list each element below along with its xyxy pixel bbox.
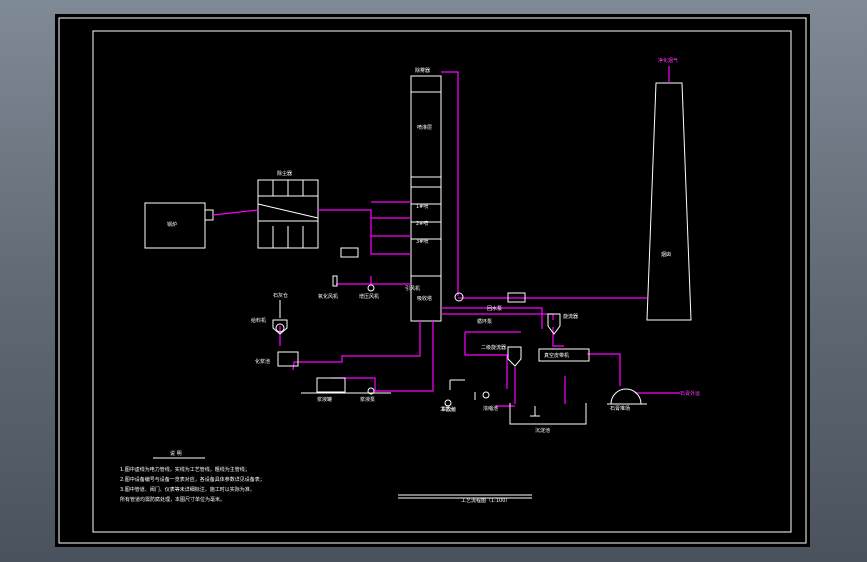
tower-top-label: 除雾器 xyxy=(415,67,430,74)
slurry-tank-label: 浆液罐 xyxy=(317,396,332,403)
note-1: 1.图中虚线为电力管线，实线为工艺管线，粗线为主管线； xyxy=(120,466,250,473)
pipe-network xyxy=(212,71,680,407)
boiler-label: 锅炉 xyxy=(167,221,177,228)
note-4: 所有管道均需防腐处理，本图尺寸单位为毫米。 xyxy=(120,496,225,503)
lime-feed-label: 给料机 xyxy=(251,317,266,324)
tower-bottom-label: 吸收塔 xyxy=(417,295,432,302)
clarifier-pool xyxy=(509,403,587,425)
note-2: 2.图中设备编号与设备一览表对应，各设备具体参数详见设备表； xyxy=(120,476,265,483)
inner-frame xyxy=(92,30,792,533)
chimney-label: 烟囱 xyxy=(661,251,671,258)
outer-frame xyxy=(58,17,807,544)
chimney xyxy=(646,82,692,321)
circ-pump-symbol xyxy=(482,391,490,399)
process-flow-diagram: 锅炉 除尘器 除雾器 喷淋层 1#喷 2#喷 3#喷 吸收塔 烟囱 净化烟气 引… xyxy=(58,17,807,544)
dust-collector-label: 除尘器 xyxy=(277,170,292,177)
fan2-label: 增压风机 xyxy=(359,293,379,300)
notes-heading: 说 明 xyxy=(170,450,182,457)
fan2-symbol xyxy=(367,284,375,292)
tower-spray-label: 喷淋层 xyxy=(417,124,432,131)
cyclone1-label: 旋流器 xyxy=(563,313,578,320)
lime-label: 石灰仓 xyxy=(273,292,288,299)
cad-drawing-viewport[interactable]: 锅炉 除尘器 除雾器 喷淋层 1#喷 2#喷 3#喷 吸收塔 烟囱 净化烟气 引… xyxy=(55,14,810,547)
flowmeter-inlet xyxy=(340,247,359,258)
pool-label: 事故池 xyxy=(441,406,456,413)
chimney-top-label: 净化烟气 xyxy=(658,57,678,64)
fan1-label: 引风机 xyxy=(405,285,420,292)
water-pump-symbol xyxy=(444,399,452,407)
gypsum-pile xyxy=(610,388,642,405)
note-3: 3.图中管道、阀门、仪表等未详细标注，施工时以实际为准， xyxy=(120,486,255,493)
slurry-tank xyxy=(316,377,346,393)
spray2-label: 2#喷 xyxy=(416,220,428,227)
filter-label: 真空皮带机 xyxy=(544,352,569,359)
oxid-label: 氧化风机 xyxy=(318,293,338,300)
boiler-outlet xyxy=(204,209,214,221)
fan1-symbol xyxy=(454,292,464,302)
gypsum-label: 石膏堆场 xyxy=(610,405,630,412)
cyclone1 xyxy=(547,313,561,335)
cyclone2-label: 二级旋流器 xyxy=(481,344,506,351)
gypsum-out-label: 石膏外运 xyxy=(680,390,700,397)
thickener-label: 浓缩池 xyxy=(483,405,498,412)
absorber-tower xyxy=(410,75,442,322)
circ-pump-label: 循环泵 xyxy=(477,318,492,325)
dust-collector xyxy=(257,179,319,249)
spray3-label: 3#喷 xyxy=(416,238,428,245)
mixer-box xyxy=(277,351,299,367)
clarifier-label: 沉淀池 xyxy=(535,427,550,434)
spray1-label: 1#喷 xyxy=(416,203,428,210)
slurry-pump-label: 浆液泵 xyxy=(360,396,375,403)
return-pump-label: 回水泵 xyxy=(487,305,502,312)
mixer-label: 化浆池 xyxy=(255,358,270,365)
cyclone2 xyxy=(507,346,522,367)
